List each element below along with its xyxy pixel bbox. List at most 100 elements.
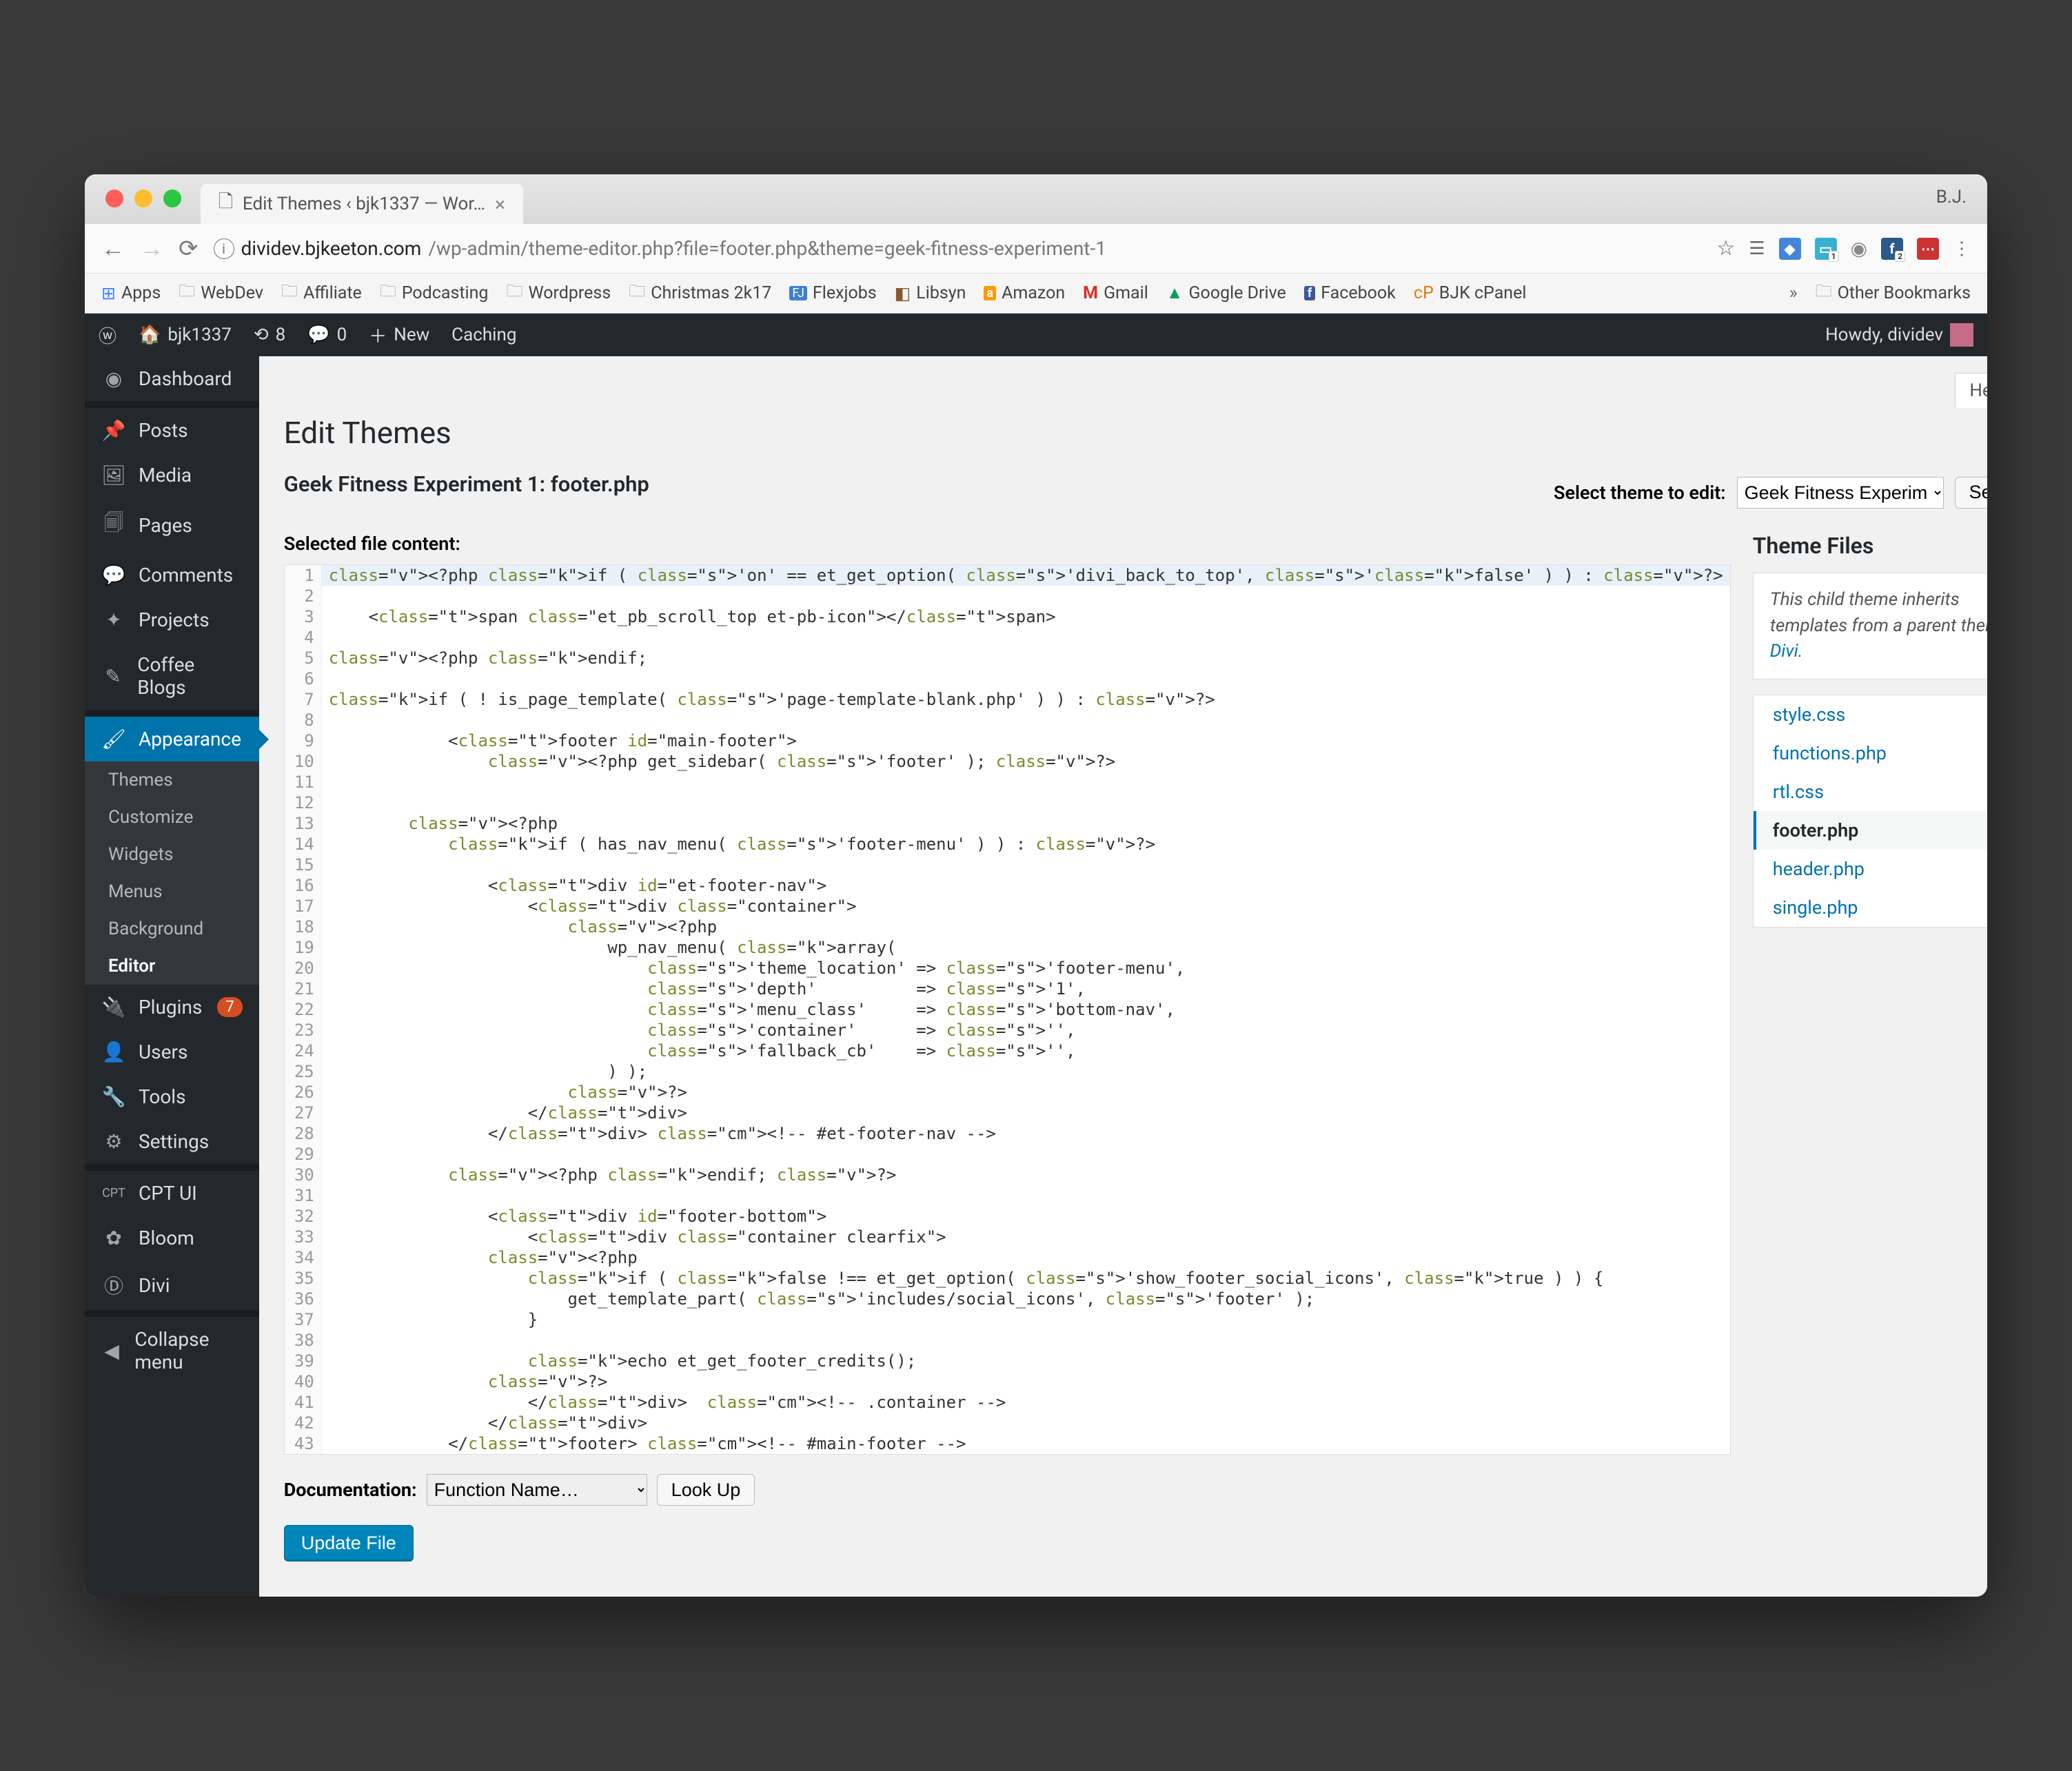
submenu-widgets[interactable]: Widgets	[85, 836, 259, 873]
traffic-lights	[105, 190, 181, 207]
window-maximize[interactable]	[163, 190, 181, 207]
file-item[interactable]: style.css	[1754, 695, 1987, 734]
sidebar-item-pages[interactable]: 🗐Pages	[85, 498, 259, 553]
bookmark-item[interactable]: cPBJK cPanel	[1414, 283, 1527, 303]
submenu-menus[interactable]: Menus	[85, 873, 259, 910]
bookmark-item[interactable]: fFacebook	[1304, 283, 1396, 303]
bookmarks-bar: ⊞Apps 🗀WebDev 🗀Affiliate 🗀Podcasting 🗀Wo…	[85, 274, 1987, 314]
sidebar-item-coffee-blogs[interactable]: ✎Coffee Blogs	[85, 642, 259, 710]
bookmark-item[interactable]: MGmail	[1083, 283, 1148, 303]
chrome-menu-icon[interactable]: ⋮	[1953, 238, 1971, 259]
page-title: Edit Themes	[284, 415, 1987, 451]
buffer-icon[interactable]: ☰	[1749, 238, 1765, 259]
back-icon[interactable]: ←	[101, 235, 125, 263]
sidebar-item-appearance[interactable]: 🖌Appearance	[85, 717, 259, 761]
sidebar-item-media[interactable]: 🖼Media	[85, 453, 259, 498]
url-path: /wp-admin/theme-editor.php?file=footer.p…	[428, 237, 1106, 260]
sidebar-item-plugins[interactable]: 🔌Plugins7	[85, 985, 259, 1030]
submenu-background[interactable]: Background	[85, 910, 259, 948]
theme-files-heading: Theme Files	[1753, 533, 1987, 559]
comments-link[interactable]: 💬0	[307, 325, 347, 345]
bookmark-item[interactable]: ▲Google Drive	[1166, 283, 1286, 303]
selected-file-label: Selected file content:	[284, 533, 1731, 555]
admin-sidebar: ◉Dashboard 📌Posts 🖼Media 🗐Pages 💬Comment…	[85, 356, 259, 1597]
other-bookmarks[interactable]: 🗀Other Bookmarks	[1816, 279, 1971, 307]
theme-select[interactable]: Geek Fitness Experim	[1737, 477, 1944, 509]
wp-main: ◉Dashboard 📌Posts 🖼Media 🗐Pages 💬Comment…	[85, 356, 1987, 1597]
tab-strip: 🗋 Edit Themes ‹ bjk1337 — Wor… × B.J.	[85, 174, 1987, 224]
tab-close-icon[interactable]: ×	[495, 193, 505, 216]
appearance-submenu: Themes Customize Widgets Menus Backgroun…	[85, 761, 259, 985]
bookmark-star-icon[interactable]: ☆	[1716, 236, 1735, 260]
address-bar-row: ← → ⟳ i dividev.bjkeeton.com/wp-admin/th…	[85, 224, 1987, 274]
bookmark-item[interactable]: ◧Libsyn	[895, 283, 966, 304]
sidebar-item-projects[interactable]: ✦Projects	[85, 597, 259, 642]
plugins-update-badge: 7	[217, 997, 242, 1017]
subtitle: Geek Fitness Experiment 1: footer.php	[284, 471, 649, 497]
update-file-button[interactable]: Update File	[284, 1525, 414, 1562]
howdy-link[interactable]: Howdy, dividev	[1825, 323, 1973, 347]
parent-theme-link[interactable]: Divi	[1770, 641, 1798, 662]
wp-logo-icon[interactable]: ⓦ	[99, 323, 116, 348]
bookmarks-overflow-icon[interactable]: »	[1789, 283, 1798, 303]
bookmark-folder[interactable]: 🗀WebDev	[179, 279, 263, 307]
window-minimize[interactable]	[134, 190, 152, 207]
profile-badge[interactable]: B.J.	[1936, 187, 1967, 207]
sidebar-item-users[interactable]: 👤Users	[85, 1030, 259, 1074]
site-info-icon[interactable]: i	[214, 238, 234, 259]
help-tab[interactable]: Help ▾	[1955, 373, 1987, 408]
whatfont-icon[interactable]: f2	[1881, 238, 1903, 260]
bookmark-item[interactable]: FJFlexjobs	[789, 283, 876, 303]
doc-label: Documentation:	[284, 1479, 417, 1501]
code-editor[interactable]: 1class="v"><?php class="k">if ( class="s…	[284, 564, 1731, 1455]
bookmark-item[interactable]: aAmazon	[984, 283, 1065, 303]
browser-window: 🗋 Edit Themes ‹ bjk1337 — Wor… × B.J. ← …	[85, 174, 1987, 1597]
updates-link[interactable]: ⟲8	[254, 325, 285, 345]
screenshot-icon[interactable]: ◉	[1851, 237, 1867, 260]
sidebar-item-cpt-ui[interactable]: CPTCPT UI	[85, 1171, 259, 1216]
bookmark-folder[interactable]: 🗀Christmas 2k17	[629, 279, 771, 307]
select-theme-label: Select theme to edit:	[1554, 482, 1726, 504]
page-icon: 🗋	[219, 189, 233, 219]
sidebar-item-tools[interactable]: 🔧Tools	[85, 1074, 259, 1119]
bookmark-folder[interactable]: 🗀Wordpress	[506, 279, 611, 307]
sidebar-item-dashboard[interactable]: ◉Dashboard	[85, 356, 259, 401]
sidebar-item-comments[interactable]: 💬Comments	[85, 553, 259, 597]
bookmark-folder[interactable]: 🗀Podcasting	[380, 279, 489, 307]
theme-file-list: style.cssfunctions.phprtl.cssfooter.phph…	[1753, 695, 1987, 928]
bookmark-folder[interactable]: 🗀Affiliate	[281, 279, 362, 307]
inherit-notice: This child theme inherits templates from…	[1753, 573, 1987, 679]
doc-select[interactable]: Function Name…	[427, 1474, 647, 1506]
new-link[interactable]: ＋New	[369, 323, 429, 348]
onetab-icon[interactable]: ▭1	[1815, 238, 1837, 260]
apps-shortcut[interactable]: ⊞Apps	[101, 283, 161, 304]
file-item[interactable]: rtl.css	[1754, 772, 1987, 811]
file-item[interactable]: header.php	[1754, 850, 1987, 888]
wp-admin-bar: ⓦ 🏠bjk1337 ⟲8 💬0 ＋New Caching Howdy, div…	[85, 314, 1987, 356]
sidebar-item-divi[interactable]: ⒹDivi	[85, 1260, 259, 1310]
sidebar-item-posts[interactable]: 📌Posts	[85, 408, 259, 453]
select-button[interactable]: Select	[1955, 477, 1987, 509]
caching-link[interactable]: Caching	[451, 325, 516, 345]
lookup-button[interactable]: Look Up	[657, 1474, 755, 1506]
file-item[interactable]: functions.php	[1754, 734, 1987, 772]
file-item[interactable]: single.php	[1754, 888, 1987, 927]
evernote-icon[interactable]: ◆	[1779, 238, 1801, 260]
url-host: dividev.bjkeeton.com	[241, 237, 422, 260]
forward-icon: →	[140, 235, 163, 263]
content-panel: Help ▾ Edit Themes Geek Fitness Experime…	[259, 356, 1987, 1597]
sidebar-item-settings[interactable]: ⚙Settings	[85, 1119, 259, 1164]
submenu-customize[interactable]: Customize	[85, 799, 259, 836]
file-item[interactable]: footer.php	[1754, 811, 1987, 850]
avatar	[1950, 323, 1973, 347]
browser-tab[interactable]: 🗋 Edit Themes ‹ bjk1337 — Wor… ×	[201, 184, 523, 224]
site-link[interactable]: 🏠bjk1337	[139, 325, 232, 345]
sidebar-item-bloom[interactable]: ✿Bloom	[85, 1216, 259, 1260]
reload-icon[interactable]: ⟳	[179, 235, 199, 263]
sidebar-collapse[interactable]: ◀Collapse menu	[85, 1317, 259, 1384]
submenu-editor[interactable]: Editor	[85, 948, 259, 985]
url-bar[interactable]: i dividev.bjkeeton.com/wp-admin/theme-ed…	[214, 237, 1702, 260]
window-close[interactable]	[105, 190, 123, 207]
submenu-themes[interactable]: Themes	[85, 761, 259, 799]
lastpass-icon[interactable]: ⋯	[1917, 238, 1939, 260]
